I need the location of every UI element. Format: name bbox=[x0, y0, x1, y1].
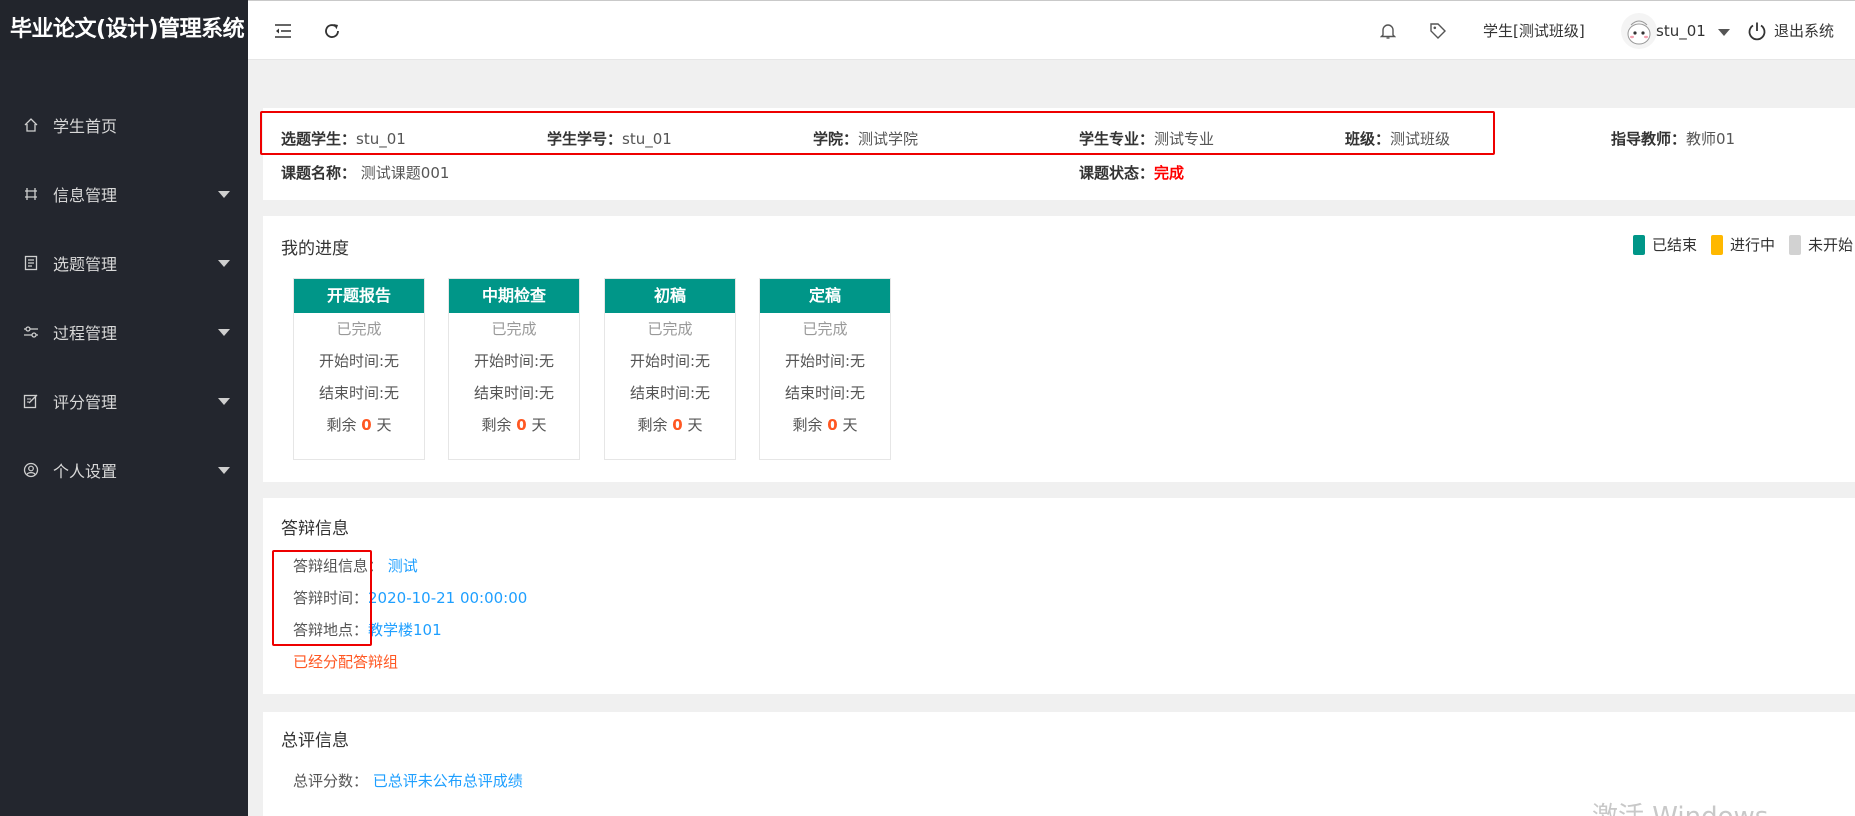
user-role: 学生[测试班级] bbox=[1483, 22, 1585, 40]
info-student: 选题学生：stu_01 bbox=[281, 130, 406, 148]
logout-button[interactable]: 退出系统 bbox=[1774, 1, 1834, 61]
stage-remaining: 剩余 0 天 bbox=[792, 416, 858, 434]
user-circle-icon bbox=[22, 461, 40, 479]
stage-card-proposal: 开题报告 已完成 开始时间:无 结束时间:无 剩余 0 天 bbox=[293, 278, 425, 460]
stage-name: 开题报告 bbox=[294, 279, 424, 313]
menu-fold-icon[interactable] bbox=[273, 21, 293, 41]
home-icon bbox=[22, 116, 40, 134]
evaluation-title: 总评信息 bbox=[281, 731, 349, 751]
sidebar-item-label: 选题管理 bbox=[53, 254, 118, 274]
legend-item: 进行中 bbox=[1711, 234, 1775, 255]
grid-icon bbox=[22, 185, 40, 203]
defense-group: 答辩组信息： 测试 bbox=[293, 557, 418, 575]
sidebar-item-process[interactable]: 过程管理 bbox=[0, 297, 248, 366]
stage-status: 已完成 bbox=[336, 320, 382, 338]
power-icon[interactable] bbox=[1747, 21, 1767, 41]
tag-icon[interactable] bbox=[1428, 21, 1448, 41]
stage-end: 结束时间:无 bbox=[784, 384, 866, 402]
progress-card: 我的进度 已结束 进行中 未开始 开题报告 已完成 开始时间:无 结束时间:无 … bbox=[263, 216, 1855, 482]
sidebar-item-settings[interactable]: 个人设置 bbox=[0, 435, 248, 504]
stage-name: 初稿 bbox=[605, 279, 735, 313]
sidebar-nav: 学生首页 信息管理 选题管理 过程管理 评分管理 个人设置 bbox=[0, 90, 248, 504]
sidebar-item-label: 评分管理 bbox=[53, 392, 118, 412]
document-icon bbox=[22, 254, 40, 272]
evaluation-score: 总评分数： 已总评未公布总评成绩 bbox=[293, 772, 523, 790]
stage-status: 已完成 bbox=[491, 320, 537, 338]
sidebar: 毕业论文(设计)管理系统 学生首页 信息管理 选题管理 过程管理 评分管理 个人… bbox=[0, 0, 248, 816]
sidebar-item-label: 信息管理 bbox=[53, 185, 118, 205]
info-class: 班级：测试班级 bbox=[1345, 130, 1451, 148]
app-title: 毕业论文(设计)管理系统 bbox=[0, 0, 248, 60]
stage-remaining: 剩余 0 天 bbox=[326, 416, 392, 434]
stage-remaining: 剩余 0 天 bbox=[637, 416, 703, 434]
defense-time: 答辩时间：2020-10-21 00:00:00 bbox=[293, 589, 528, 607]
stage-start: 开始时间:无 bbox=[784, 352, 866, 370]
bell-icon[interactable] bbox=[1378, 21, 1398, 41]
legend-swatch bbox=[1789, 234, 1802, 255]
sidebar-item-label: 学生首页 bbox=[53, 116, 118, 136]
info-topic: 课题名称： 测试课题001 bbox=[281, 164, 450, 182]
chevron-down-icon bbox=[218, 191, 230, 198]
sliders-icon bbox=[22, 323, 40, 341]
stage-start: 开始时间:无 bbox=[318, 352, 400, 370]
defense-title: 答辩信息 bbox=[281, 519, 349, 539]
status-badge: 完成 bbox=[1154, 164, 1185, 182]
sidebar-item-label: 个人设置 bbox=[53, 461, 118, 481]
student-info-card: 选题学生：stu_01 学生学号：stu_01 学院：测试学院 学生专业：测试专… bbox=[260, 108, 1855, 200]
windows-watermark: 激活 Windows bbox=[1592, 796, 1768, 816]
defense-card: 答辩信息 答辩组信息： 测试 答辩时间：2020-10-21 00:00:00 … bbox=[263, 498, 1855, 694]
username[interactable]: stu_01 bbox=[1656, 1, 1706, 61]
stage-end: 结束时间:无 bbox=[318, 384, 400, 402]
stage-end: 结束时间:无 bbox=[629, 384, 711, 402]
legend-swatch bbox=[1633, 234, 1645, 255]
legend-item: 已结束 bbox=[1633, 234, 1697, 255]
refresh-icon[interactable] bbox=[322, 21, 342, 41]
info-teacher: 指导教师：教师01 bbox=[1611, 130, 1736, 148]
stage-name: 中期检查 bbox=[449, 279, 579, 313]
sidebar-item-score[interactable]: 评分管理 bbox=[0, 366, 248, 435]
chevron-down-icon bbox=[218, 398, 230, 405]
info-college: 学院：测试学院 bbox=[813, 130, 919, 148]
stage-name: 定稿 bbox=[760, 279, 890, 313]
stage-card-draft: 初稿 已完成 开始时间:无 结束时间:无 剩余 0 天 bbox=[604, 278, 736, 460]
sidebar-item-info[interactable]: 信息管理 bbox=[0, 159, 248, 228]
info-topic-status: 课题状态：完成 bbox=[1079, 164, 1185, 182]
defense-place: 答辩地点：教学楼101 bbox=[293, 621, 442, 639]
chevron-down-icon bbox=[218, 260, 230, 267]
chevron-down-icon bbox=[218, 329, 230, 336]
stage-end: 结束时间:无 bbox=[473, 384, 555, 402]
sidebar-item-home[interactable]: 学生首页 bbox=[0, 90, 248, 159]
chevron-down-icon[interactable] bbox=[1718, 29, 1730, 36]
legend-swatch bbox=[1711, 234, 1724, 255]
top-header: 学生[测试班级] stu_01 退出系统 bbox=[248, 0, 1855, 60]
progress-title: 我的进度 bbox=[281, 239, 349, 259]
progress-legend: 已结束 进行中 未开始 bbox=[1633, 234, 1853, 255]
stage-status: 已完成 bbox=[802, 320, 848, 338]
stage-start: 开始时间:无 bbox=[473, 352, 555, 370]
defense-note: 已经分配答辩组 bbox=[293, 653, 399, 671]
stage-start: 开始时间:无 bbox=[629, 352, 711, 370]
legend-item: 未开始 bbox=[1789, 234, 1853, 255]
stage-status: 已完成 bbox=[647, 320, 693, 338]
info-major: 学生专业：测试专业 bbox=[1079, 130, 1215, 148]
sidebar-item-topic[interactable]: 选题管理 bbox=[0, 228, 248, 297]
stage-remaining: 剩余 0 天 bbox=[481, 416, 547, 434]
sidebar-item-label: 过程管理 bbox=[53, 323, 118, 343]
chevron-down-icon bbox=[218, 467, 230, 474]
edit-icon bbox=[22, 392, 40, 410]
stage-card-midterm: 中期检查 已完成 开始时间:无 结束时间:无 剩余 0 天 bbox=[448, 278, 580, 460]
avatar[interactable] bbox=[1621, 13, 1657, 49]
stage-card-final: 定稿 已完成 开始时间:无 结束时间:无 剩余 0 天 bbox=[759, 278, 891, 460]
info-student-id: 学生学号：stu_01 bbox=[547, 130, 672, 148]
